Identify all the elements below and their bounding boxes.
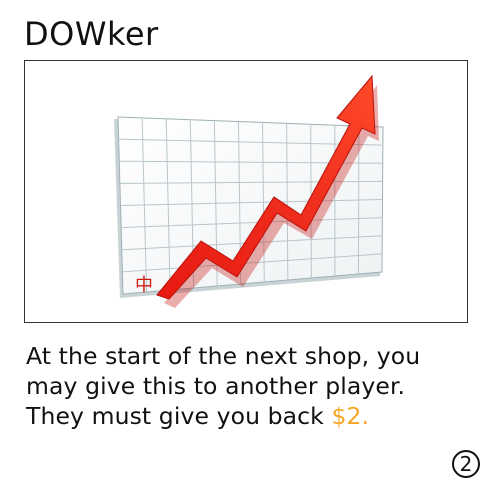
card-text-line: may give this to another player. (26, 372, 406, 400)
card-text-fragment: They must give you back (26, 402, 332, 430)
cost-badge: 2 (452, 450, 480, 478)
price-text: $2. (331, 402, 370, 430)
card-text-line: They must give you back $2. (26, 401, 466, 431)
game-card[interactable]: DOWker 中 At the start of the next shop, … (0, 0, 490, 490)
card-text-line: At the start of the next shop, you (26, 342, 421, 370)
rising-stock-chart-icon: 中 (114, 74, 384, 308)
card-art: 中 (24, 60, 468, 323)
card-title: DOWker (24, 15, 159, 53)
card-description: At the start of the next shop, you may g… (26, 341, 466, 431)
corner-glyph: 中 (135, 275, 153, 296)
